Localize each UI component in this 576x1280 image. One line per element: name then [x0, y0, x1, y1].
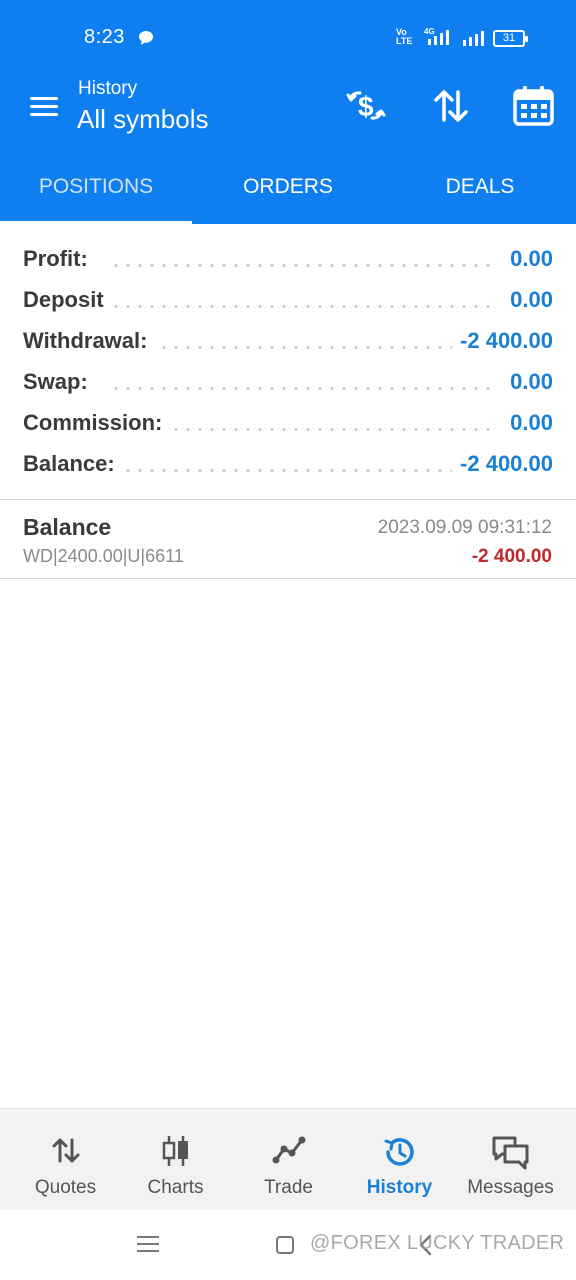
trade-line-icon	[272, 1135, 306, 1170]
summary-label: Commission:	[23, 410, 171, 436]
app-bar: History All symbols $	[0, 70, 576, 148]
summary-row-swap: Swap: 0.00	[0, 361, 576, 402]
nav-history[interactable]: History	[342, 1109, 457, 1211]
summary-row-balance: Balance: -2 400.00	[0, 443, 576, 484]
summary-value: 0.00	[502, 246, 553, 272]
cellular-signal-2-icon	[462, 29, 488, 52]
dotted-leader	[110, 305, 496, 308]
nav-messages[interactable]: Messages	[453, 1109, 568, 1211]
summary-row-withdrawal: Withdrawal: -2 400.00	[0, 320, 576, 361]
tab-positions[interactable]: POSITIONS	[0, 148, 192, 224]
history-tabs: POSITIONS ORDERS DEALS	[0, 148, 576, 224]
summary-label: Profit:	[23, 246, 96, 272]
summary-row-deposit: Deposit 0.00	[0, 279, 576, 320]
hamburger-menu-icon[interactable]	[28, 94, 60, 118]
quotes-arrows-icon	[51, 1135, 81, 1170]
deal-comment: WD|2400.00|U|6611	[23, 546, 184, 566]
watermark: @FOREX LUCKY TRADER	[310, 1232, 565, 1254]
dotted-leader	[110, 387, 496, 390]
currency-exchange-icon[interactable]: $	[344, 84, 388, 128]
candlestick-icon	[161, 1135, 191, 1172]
deal-datetime: 2023.09.09 09:31:12	[377, 517, 552, 538]
tab-orders[interactable]: ORDERS	[192, 148, 384, 224]
nav-charts[interactable]: Charts	[118, 1109, 233, 1211]
app-bar-subtitle: History	[78, 78, 138, 99]
summary-label: Deposit	[23, 287, 112, 313]
nav-trade[interactable]: Trade	[231, 1109, 346, 1211]
chat-notification-icon	[138, 30, 154, 51]
summary-label: Balance:	[23, 451, 123, 477]
status-time: 8:23	[84, 26, 125, 48]
system-navigation-bar: @FOREX LUCKY TRADER	[0, 1210, 576, 1280]
status-bar: 8:23 Vo LTE 4G 31	[0, 0, 576, 70]
summary-row-profit: Profit: 0.00	[0, 238, 576, 279]
recent-apps-icon[interactable]	[137, 1234, 159, 1254]
summary-value: -2 400.00	[452, 328, 553, 354]
active-tab-indicator	[0, 221, 192, 224]
summary-value: 0.00	[502, 369, 553, 395]
list-item[interactable]: Balance 2023.09.09 09:31:12 WD|2400.00|U…	[0, 500, 576, 578]
deal-amount: -2 400.00	[471, 546, 552, 567]
summary-label: Swap:	[23, 369, 96, 395]
summary-label: Withdrawal:	[23, 328, 156, 354]
battery-icon: 31	[493, 30, 528, 47]
history-clock-icon	[383, 1135, 417, 1174]
nav-quotes[interactable]: Quotes	[8, 1109, 123, 1211]
nav-label: Messages	[467, 1177, 554, 1198]
summary-row-commission: Commission: 0.00	[0, 402, 576, 443]
nav-label: History	[366, 1177, 433, 1198]
svg-text:4G: 4G	[424, 27, 435, 36]
deal-name: Balance	[23, 514, 112, 540]
dotted-leader	[110, 469, 496, 472]
cellular-signal-icon: 4G	[424, 27, 458, 52]
tab-deals[interactable]: DEALS	[384, 148, 576, 224]
home-icon[interactable]	[276, 1236, 294, 1254]
volte-icon: Vo LTE	[396, 27, 413, 46]
dotted-leader	[110, 264, 496, 267]
nav-label: Trade	[264, 1177, 313, 1198]
summary-value: 0.00	[502, 287, 553, 313]
dotted-leader	[110, 346, 496, 349]
messages-icon	[491, 1135, 531, 1176]
divider	[0, 578, 576, 579]
sort-icon[interactable]	[429, 84, 473, 128]
history-summary: Profit: 0.00 Deposit 0.00 Withdrawal: -2…	[0, 238, 576, 484]
bottom-navigation: Quotes Charts Trade History Messages	[0, 1108, 576, 1210]
app-bar-title[interactable]: All symbols	[77, 104, 208, 135]
nav-label: Charts	[147, 1177, 204, 1198]
nav-label: Quotes	[34, 1177, 97, 1198]
summary-value: 0.00	[502, 410, 553, 436]
summary-value: -2 400.00	[452, 451, 553, 477]
calendar-icon[interactable]	[512, 84, 556, 128]
